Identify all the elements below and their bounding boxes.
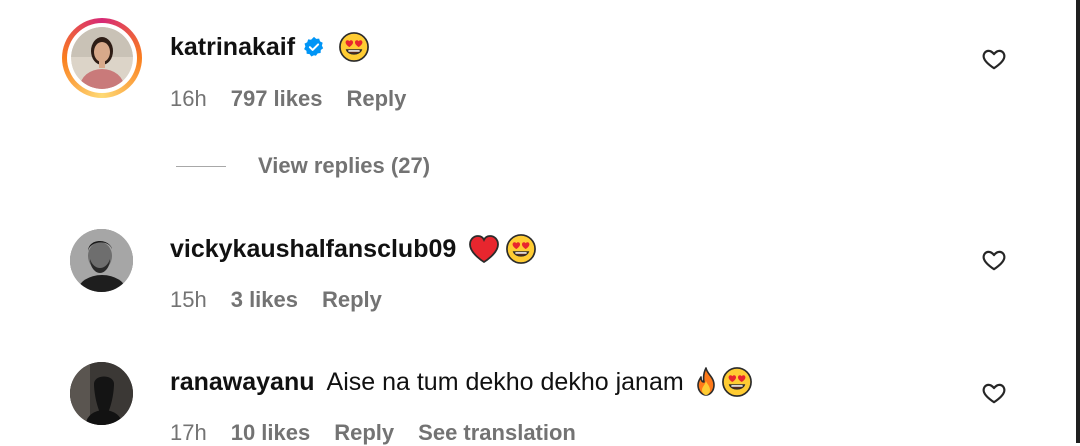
see-translation-button[interactable]: See translation xyxy=(418,420,576,446)
likes-count[interactable]: 3 likes xyxy=(231,287,298,313)
comment-meta: 16h 797 likes Reply xyxy=(170,86,430,112)
like-heart-icon[interactable] xyxy=(981,247,1007,273)
reply-button[interactable]: Reply xyxy=(346,86,406,112)
username[interactable]: ranawayanu xyxy=(170,368,315,397)
comment-header: ranawayanu Aise na tum dekho dekho janam xyxy=(170,367,752,397)
comment-time: 15h xyxy=(170,287,207,312)
verified-badge-icon xyxy=(304,36,324,57)
heart-eyes-emoji-icon xyxy=(506,234,537,264)
comment-header: katrinakaif xyxy=(170,32,369,62)
comment-meta: 17h 10 likes Reply See translation xyxy=(170,420,600,446)
heart-eyes-emoji-icon xyxy=(721,367,752,397)
likes-count[interactable]: 10 likes xyxy=(231,420,311,446)
comment-meta: 15h 3 likes Reply xyxy=(170,287,406,313)
reply-button[interactable]: Reply xyxy=(334,420,394,446)
likes-count[interactable]: 797 likes xyxy=(231,86,323,112)
fire-emoji-icon xyxy=(696,367,715,396)
view-replies-label: View replies (27) xyxy=(258,153,431,178)
comment-text: Aise na tum dekho dekho janam xyxy=(326,367,684,396)
comment-header: vickykaushalfansclub09 xyxy=(170,234,537,264)
comment-time: 17h xyxy=(170,420,207,445)
username[interactable]: katrinakaif xyxy=(170,33,295,62)
divider-line xyxy=(176,165,226,167)
like-heart-icon[interactable] xyxy=(981,380,1007,406)
like-heart-icon[interactable] xyxy=(981,46,1007,72)
avatar-photo xyxy=(71,27,133,89)
heart-eyes-emoji-icon xyxy=(339,32,369,62)
red-heart-emoji-icon xyxy=(469,235,500,264)
username[interactable]: vickykaushalfansclub09 xyxy=(170,235,456,264)
avatar[interactable] xyxy=(70,362,133,425)
avatar-photo xyxy=(70,229,133,292)
comment-time: 16h xyxy=(170,86,207,111)
avatar[interactable] xyxy=(62,18,142,98)
reply-button[interactable]: Reply xyxy=(322,287,382,313)
avatar[interactable] xyxy=(70,229,133,292)
avatar-photo xyxy=(70,362,133,425)
window-edge xyxy=(1076,0,1080,443)
view-replies-button[interactable]: View replies (27) xyxy=(176,153,430,179)
